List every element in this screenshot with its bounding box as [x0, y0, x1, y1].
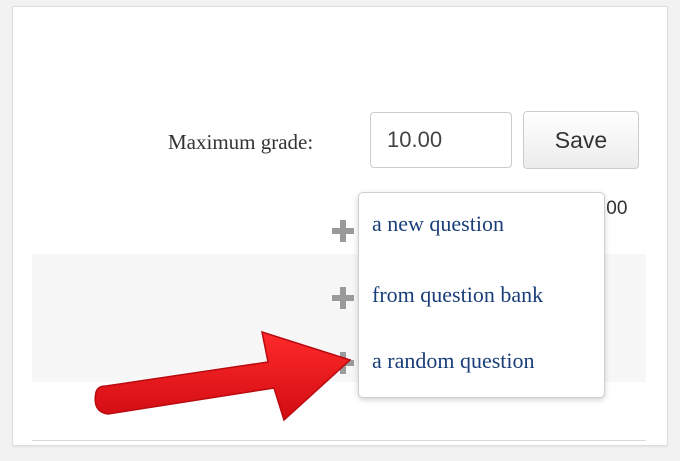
save-button[interactable]: Save	[523, 111, 639, 169]
menu-item-new-question[interactable]: a new question	[372, 211, 504, 237]
menu-item-random-question[interactable]: a random question	[372, 348, 535, 374]
plus-icon	[332, 287, 354, 309]
screenshot-stage: Maximum grade: Save .00 a new question f…	[0, 0, 680, 461]
bottom-divider	[32, 440, 646, 441]
plus-icon	[332, 220, 354, 242]
add-question-dropdown-menu: a new question from question bank a rand…	[358, 192, 605, 398]
plus-icon	[332, 352, 354, 374]
menu-item-from-question-bank[interactable]: from question bank	[372, 282, 543, 308]
maximum-grade-input[interactable]	[370, 112, 512, 168]
maximum-grade-label: Maximum grade:	[168, 130, 314, 154]
